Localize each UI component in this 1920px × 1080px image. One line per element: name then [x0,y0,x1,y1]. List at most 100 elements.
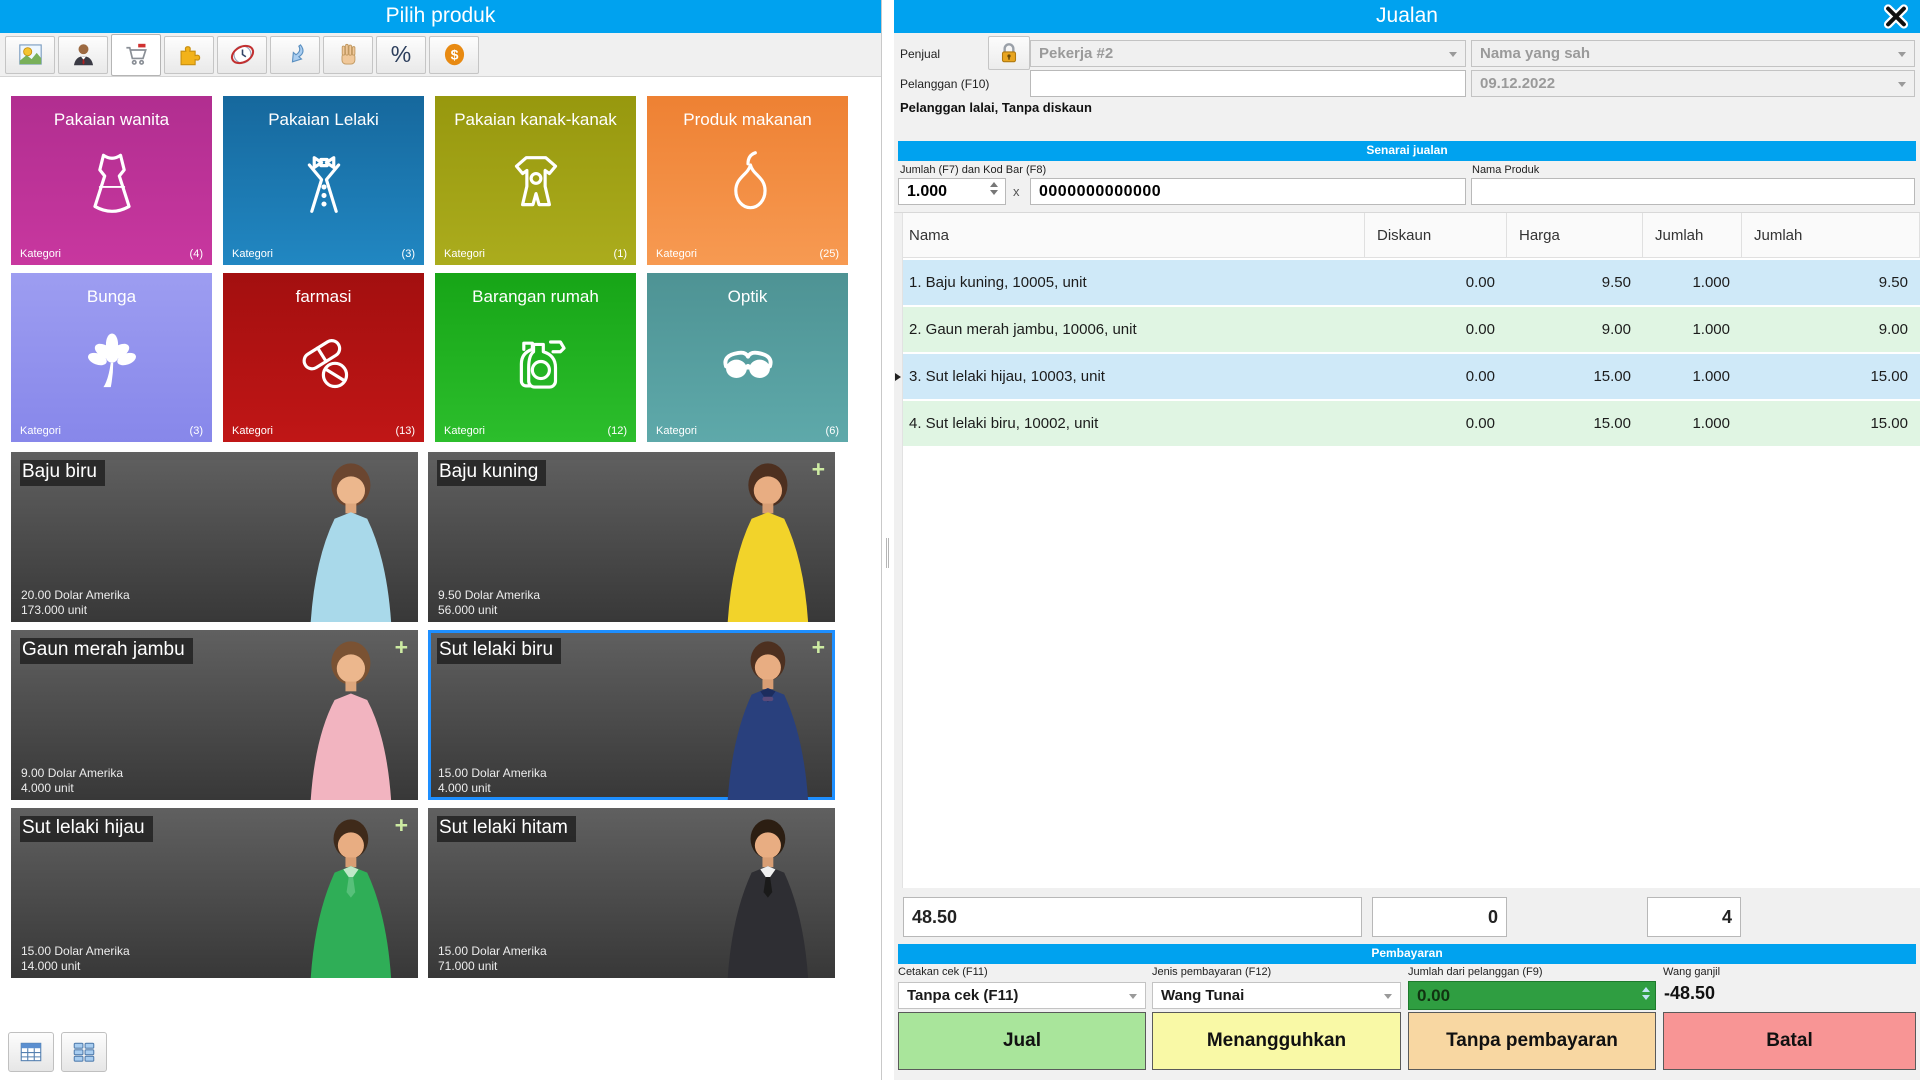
total-quantity: 4 [1647,897,1741,937]
product-tile-sut-lelaki-biru[interactable]: Sut lelaki biru + 15.00 Dolar Amerika 4.… [428,630,835,800]
model-photo [727,463,809,622]
customer-input[interactable] [1030,70,1466,97]
seller-select: Pekerja #2 [1030,40,1466,67]
wang-ganjil-label: Wang ganjil [1663,966,1721,978]
row-marker-strip [894,213,903,889]
jumlah-pelanggan-label: Jumlah dari pelanggan (F9) [1408,966,1543,978]
quantity-spinner[interactable] [990,182,998,195]
payment-header: Pembayaran [898,944,1916,964]
category-tile-produk-makanan[interactable]: Produk makanan Kategori (25) [647,96,848,265]
amount-spinner[interactable] [1642,987,1650,1000]
panel-splitter[interactable] [882,33,894,1080]
product-grid: Baju biru 20.00 Dolar Amerika 173.000 un… [11,452,835,978]
category-tile-pakaian-wanita[interactable]: Pakaian wanita Kategori (4) [11,96,212,265]
splitter-grip-icon [886,538,889,568]
table-view-icon[interactable] [8,1032,54,1072]
chevron-down-icon [1898,82,1906,87]
puzzle-icon[interactable] [164,35,214,74]
dress-icon [73,146,151,229]
table-row[interactable]: 2. Gaun merah jambu, 10006, unit 0.00 9.… [903,307,1920,352]
category-tile-bunga[interactable]: Bunga Kategori (3) [11,273,212,442]
onesie-icon [497,146,575,229]
sales-list-header: Senarai jualan [898,141,1916,161]
product-tile-sut-lelaki-hijau[interactable]: Sut lelaki hijau + 15.00 Dolar Amerika 1… [11,808,418,978]
hand-icon[interactable] [323,35,373,74]
flower-icon [73,323,151,406]
product-tile-baju-biru[interactable]: Baju biru 20.00 Dolar Amerika 173.000 un… [11,452,418,622]
pelanggan-label: Pelanggan (F10) [900,77,990,91]
model-photo [310,819,392,978]
chevron-down-icon [1129,994,1137,999]
pills-icon [285,323,363,406]
model-photo [310,463,392,622]
left-panel-title: Pilih produk [0,0,881,33]
category-tile-optik[interactable]: Optik Kategori (6) [647,273,848,442]
category-grid: Pakaian wanita Kategori (4) Pakaian Lela… [11,96,848,442]
sell-button[interactable]: Jual [898,1012,1146,1070]
table-row[interactable]: 3. Sut lelaki hijau, 10003, unit 0.00 15… [903,354,1920,399]
table-header-row: Nama Diskaun Harga Jumlah Jumlah [903,213,1920,258]
sales-table: Nama Diskaun Harga Jumlah Jumlah 1. Baju… [894,212,1920,889]
tuxedo-icon [285,146,363,229]
lock-icon[interactable] [988,36,1030,70]
sale-panel: Jualan Penjual Pekerja #2 Nama yang sah … [894,0,1920,1080]
times-separator: x [1013,184,1020,199]
picture-icon[interactable] [5,35,55,74]
left-toolbar: % $ [0,33,881,77]
model-photo [727,819,809,978]
no-payment-button[interactable]: Tanpa pembayaran [1408,1012,1656,1070]
totals-strip: 48.50 0 4 [894,888,1920,944]
category-tile-farmasi[interactable]: farmasi Kategori (13) [223,273,424,442]
total-discount: 0 [1372,897,1507,937]
percent-icon[interactable]: % [376,35,426,74]
plus-icon: + [394,634,408,660]
pos-app: Pilih produk % $ Pakaian wanita Kategori… [0,0,1920,1080]
product-picker-panel: Pilih produk % $ Pakaian wanita Kategori… [0,0,882,1080]
chevron-down-icon [1384,994,1392,999]
current-row-marker-icon [895,373,901,381]
default-customer-note: Pelanggan lalai, Tanpa diskaun [900,100,1092,115]
customer-amount-input[interactable]: 0.00 [1408,981,1656,1010]
clock-icon[interactable] [217,35,267,74]
undo-arrow-icon[interactable] [270,35,320,74]
product-tile-baju-kuning[interactable]: Baju kuning + 9.50 Dolar Amerika 56.000 … [428,452,835,622]
dollar-icon[interactable]: $ [429,35,479,74]
view-switcher [8,1032,107,1072]
product-tile-gaun-merah-jambu[interactable]: Gaun merah jambu + 9.00 Dolar Amerika 4.… [11,630,418,800]
jenis-label: Jenis pembayaran (F12) [1152,966,1272,978]
model-photo [727,641,809,800]
plus-icon: + [811,456,825,482]
cart-icon[interactable] [111,33,161,76]
chevron-down-icon [1898,52,1906,57]
category-tile-pakaian-lelaki[interactable]: Pakaian Lelaki Kategori (3) [223,96,424,265]
household-icon [497,323,575,406]
payment-type-select[interactable]: Wang Tunai [1152,982,1401,1009]
cetakan-label: Cetakan cek (F11) [898,966,988,978]
barcode-input[interactable] [1030,178,1466,205]
table-row[interactable]: 1. Baju kuning, 10005, unit 0.00 9.50 1.… [903,260,1920,305]
glasses-icon [709,323,787,406]
pear-icon [709,146,787,229]
date-select: 09.12.2022 [1471,70,1915,97]
plus-icon: + [394,812,408,838]
table-row[interactable]: 4. Sut lelaki biru, 10002, unit 0.00 15.… [903,401,1920,446]
close-icon[interactable] [1882,3,1910,30]
product-tile-sut-lelaki-hitam[interactable]: Sut lelaki hitam 15.00 Dolar Amerika 71.… [428,808,835,978]
authorized-name-select: Nama yang sah [1471,40,1915,67]
grid-view-icon[interactable] [61,1032,107,1072]
plus-icon: + [811,634,825,660]
penjual-label: Penjual [900,47,941,61]
person-icon[interactable] [58,35,108,74]
model-photo [310,641,392,800]
category-tile-barangan-rumah[interactable]: Barangan rumah Kategori (12) [435,273,636,442]
cancel-button[interactable]: Batal [1663,1012,1916,1070]
hold-button[interactable]: Menangguhkan [1152,1012,1401,1070]
product-name-label: Nama Produk [1472,164,1540,176]
product-name-input[interactable] [1471,178,1915,205]
category-tile-pakaian-kanak[interactable]: Pakaian kanak-kanak Kategori (1) [435,96,636,265]
svg-text:$: $ [450,47,458,63]
total-sum: 48.50 [903,897,1362,937]
change-due-value: -48.50 [1664,983,1716,1003]
receipt-print-select[interactable]: Tanpa cek (F11) [898,982,1146,1009]
chevron-down-icon [1449,52,1457,57]
